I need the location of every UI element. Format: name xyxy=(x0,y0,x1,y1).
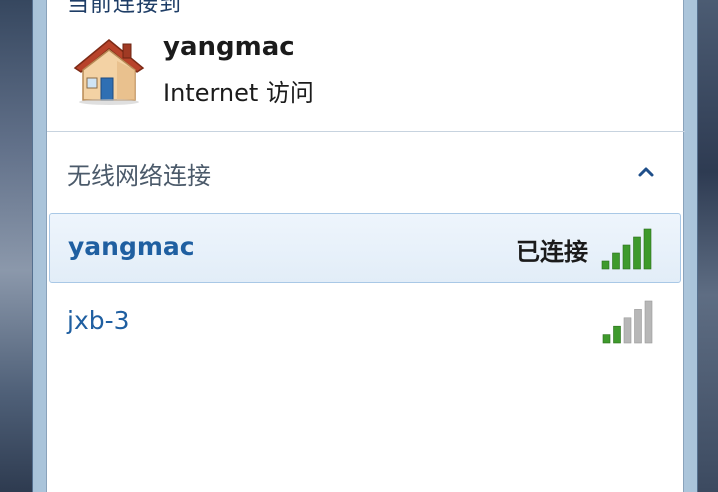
network-name: jxb-3 xyxy=(67,306,130,335)
network-list-item[interactable]: jxb-3 xyxy=(49,290,681,354)
signal-bar xyxy=(612,252,620,270)
desktop-background-left xyxy=(0,0,34,492)
current-connection-heading: 当前连接到 xyxy=(67,0,183,17)
signal-strength-icon xyxy=(601,228,652,270)
home-network-icon xyxy=(73,39,145,105)
signal-bar xyxy=(622,244,631,270)
network-flyout-panel: 当前连接到 yangmac Internet 访问 无线网络连接 yangmac… xyxy=(46,0,685,492)
collapse-section-button[interactable] xyxy=(632,158,660,186)
signal-bar xyxy=(601,260,610,270)
section-divider xyxy=(47,131,685,132)
signal-bar xyxy=(643,228,652,270)
connection-status: 已连接 xyxy=(516,238,588,266)
signal-bar xyxy=(644,300,653,344)
wireless-section-title: 无线网络连接 xyxy=(67,162,211,190)
connected-network-access: Internet 访问 xyxy=(163,79,314,107)
signal-bar xyxy=(613,325,621,344)
signal-bar xyxy=(634,309,642,344)
signal-strength-icon xyxy=(602,300,653,344)
signal-bar xyxy=(623,317,632,344)
signal-bar xyxy=(633,236,641,270)
signal-bar xyxy=(602,334,611,344)
network-name: yangmac xyxy=(68,232,195,261)
connected-network-name: yangmac xyxy=(163,32,295,62)
chevron-up-icon xyxy=(638,167,654,177)
network-list-item-selected[interactable]: yangmac 已连接 xyxy=(49,213,681,283)
